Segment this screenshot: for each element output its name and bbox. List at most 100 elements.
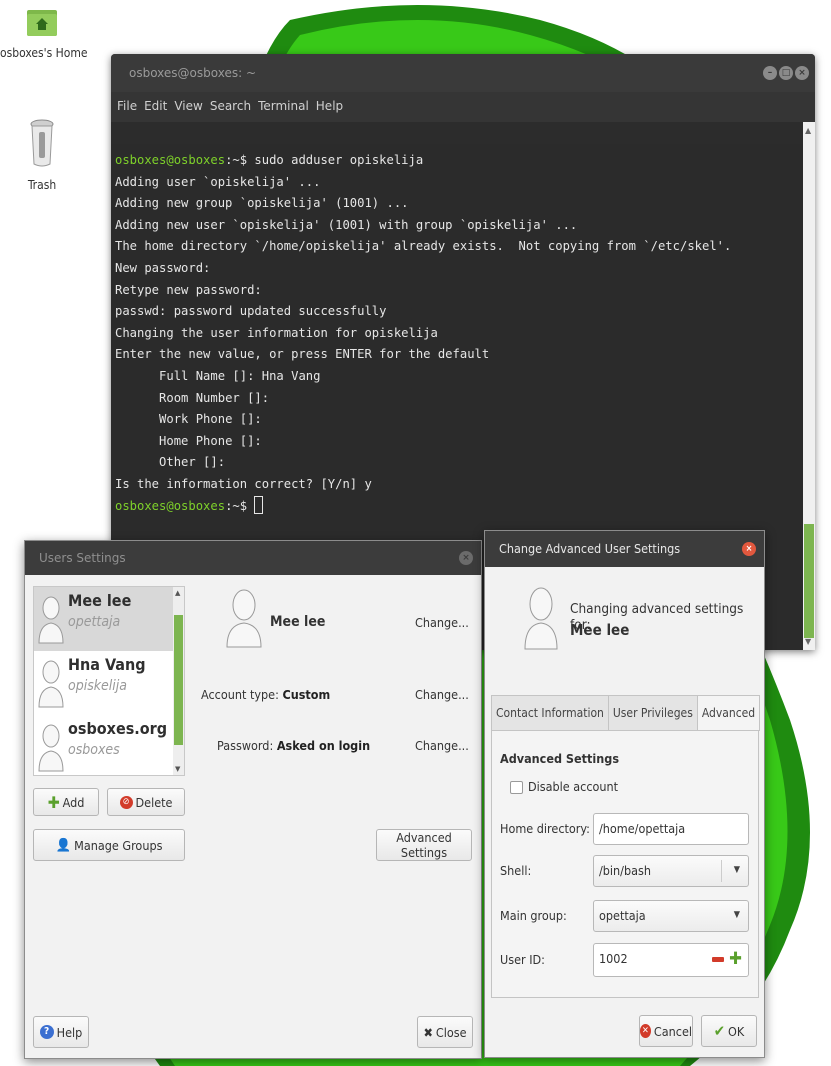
- advanced-settings-titlebar[interactable]: Change Advanced User Settings ×: [485, 531, 764, 567]
- users-settings-title: Users Settings: [39, 551, 126, 565]
- advanced-user-name: Mee lee: [570, 621, 630, 639]
- advanced-settings-dialog[interactable]: Change Advanced User Settings × Changing…: [484, 530, 765, 1058]
- terminal-output-line: New password:: [115, 260, 211, 275]
- change-account-type-link[interactable]: Change...: [415, 687, 469, 702]
- increment-icon[interactable]: ✚: [729, 949, 742, 969]
- account-type-label: Account type:: [201, 687, 279, 702]
- user-list-scroll-thumb[interactable]: [174, 615, 183, 745]
- delete-user-button[interactable]: ⊘ Delete: [107, 788, 185, 816]
- terminal-output-line: passwd: password updated successfully: [115, 304, 387, 319]
- cancel-icon: ✕: [640, 1024, 651, 1038]
- decrement-icon[interactable]: [712, 957, 724, 962]
- close-icon[interactable]: ×: [795, 66, 809, 80]
- terminal-menubar: File Edit View Search Terminal Help: [111, 92, 815, 122]
- advanced-panel: Advanced Settings Disable account Home d…: [491, 730, 759, 998]
- terminal-title: osboxes@osboxes: ~: [129, 66, 257, 80]
- cancel-label: Cancel: [653, 1023, 692, 1039]
- close-icon[interactable]: ×: [459, 551, 473, 565]
- list-item-osboxes[interactable]: osboxes.org osboxes: [34, 715, 174, 779]
- terminal-output-line: Adding user `opiskelija' ...: [115, 174, 321, 189]
- advanced-tabs: Contact Information User Privileges Adva…: [491, 695, 761, 731]
- terminal-scroll-thumb[interactable]: [804, 524, 814, 638]
- maximize-icon[interactable]: □: [779, 66, 793, 80]
- scroll-up-icon[interactable]: ▲: [175, 589, 180, 597]
- close-button[interactable]: ✖ Close: [417, 1016, 473, 1048]
- terminal-final-prompt-line: osboxes@osboxes:~$: [115, 495, 803, 518]
- terminal-output-line: Adding new user `opiskelija' (1001) with…: [115, 217, 578, 232]
- delete-icon: ⊘: [119, 795, 133, 809]
- ok-button[interactable]: ✔ OK: [701, 1015, 757, 1047]
- user-list-scrollbar[interactable]: ▲ ▼: [173, 587, 184, 775]
- close-label: Close: [435, 1024, 467, 1040]
- terminal-output-line: Is the information correct? [Y/n] y: [115, 476, 372, 491]
- minimize-icon[interactable]: –: [763, 66, 777, 80]
- chevron-down-icon: ▼: [733, 910, 740, 920]
- terminal-command-line: osboxes@osboxes:~$ sudo adduser opiskeli…: [115, 150, 803, 172]
- terminal-output-line: Other []:: [115, 455, 226, 470]
- password-row: Password: Asked on login: [217, 738, 370, 753]
- tab-user-privileges[interactable]: User Privileges: [607, 695, 698, 731]
- terminal-titlebar[interactable]: osboxes@osboxes: ~ – □ ×: [111, 54, 815, 92]
- close-icon[interactable]: ×: [742, 542, 756, 556]
- user-list[interactable]: Mee lee opettaja Hna Vang opiskelija osb…: [33, 586, 185, 776]
- trash-icon: [30, 119, 54, 167]
- password-value: Asked on login: [276, 738, 371, 753]
- desktop-icon-home-label: osboxes's Home: [0, 46, 88, 60]
- terminal-prompt-suffix: :~$: [225, 153, 248, 167]
- checkmark-icon: ✔: [713, 1022, 726, 1040]
- combo-separator: [721, 860, 722, 882]
- desktop-icon-trash[interactable]: Trash: [0, 118, 84, 192]
- desktop-icon-home[interactable]: osboxes's Home: [0, 6, 88, 60]
- advanced-settings-button[interactable]: Advanced Settings: [376, 829, 472, 861]
- user-login: opettaja: [68, 614, 121, 630]
- scroll-down-icon[interactable]: ▼: [175, 765, 180, 773]
- disable-account-checkbox[interactable]: [510, 781, 523, 794]
- users-settings-titlebar[interactable]: Users Settings ×: [25, 541, 481, 575]
- user-id-value: 1002: [599, 951, 628, 966]
- menu-file[interactable]: File: [117, 99, 137, 122]
- shell-value: /bin/bash: [599, 863, 651, 878]
- terminal-output-line: The home directory `/home/opiskelija' al…: [115, 239, 732, 254]
- manage-groups-button[interactable]: 👤 Manage Groups: [33, 829, 185, 861]
- user-id-spinner[interactable]: 1002 ✚: [593, 943, 749, 977]
- chevron-down-icon: ▼: [733, 865, 740, 875]
- shell-label: Shell:: [500, 863, 532, 878]
- main-group-select[interactable]: opettaja ▼: [593, 900, 749, 932]
- change-password-link[interactable]: Change...: [415, 738, 469, 753]
- home-folder-icon: [27, 10, 57, 36]
- help-icon: ?: [39, 1025, 54, 1039]
- terminal-scrollbar[interactable]: ▲ ▼: [803, 122, 815, 650]
- list-item-hna-vang[interactable]: Hna Vang opiskelija: [34, 651, 174, 715]
- menu-help[interactable]: Help: [316, 99, 343, 122]
- scroll-up-icon[interactable]: ▲: [805, 126, 811, 135]
- terminal-prompt: osboxes@osboxes: [115, 153, 226, 167]
- users-settings-window[interactable]: Users Settings × Mee lee opettaja Hna Va…: [24, 540, 482, 1059]
- menu-view[interactable]: View: [174, 99, 202, 122]
- help-button[interactable]: ? Help: [33, 1016, 89, 1048]
- tab-contact-information[interactable]: Contact Information: [491, 695, 609, 731]
- terminal-cursor: [254, 495, 264, 514]
- tab-advanced[interactable]: Advanced: [696, 695, 761, 731]
- change-name-link[interactable]: Change...: [415, 615, 469, 630]
- home-directory-field[interactable]: /home/opettaja: [593, 813, 749, 845]
- disable-account-label[interactable]: Disable account: [528, 779, 618, 794]
- terminal-output-line: Full Name []: Hna Vang: [115, 368, 321, 383]
- menu-search[interactable]: Search: [210, 99, 251, 122]
- user-avatar-large-icon[interactable]: [225, 587, 263, 649]
- user-name: Hna Vang: [68, 655, 146, 674]
- scroll-down-icon[interactable]: ▼: [805, 637, 811, 646]
- shell-select[interactable]: /bin/bash ▼: [593, 855, 749, 887]
- menu-edit[interactable]: Edit: [144, 99, 167, 122]
- terminal-command: sudo adduser opiskelija: [247, 153, 424, 167]
- add-user-button[interactable]: ✚ Add: [33, 788, 99, 816]
- user-login: osboxes: [68, 742, 120, 758]
- advanced-settings-label: Advanced Settings: [396, 830, 452, 860]
- ok-label: OK: [728, 1023, 745, 1039]
- user-avatar-icon: [38, 660, 64, 708]
- user-name: osboxes.org: [68, 719, 168, 738]
- menu-terminal[interactable]: Terminal: [258, 99, 309, 122]
- close-x-icon: ✖: [423, 1024, 433, 1040]
- section-title: Advanced Settings: [500, 751, 620, 766]
- list-item-mee-lee[interactable]: Mee lee opettaja: [34, 587, 174, 651]
- cancel-button[interactable]: ✕ Cancel: [639, 1015, 693, 1047]
